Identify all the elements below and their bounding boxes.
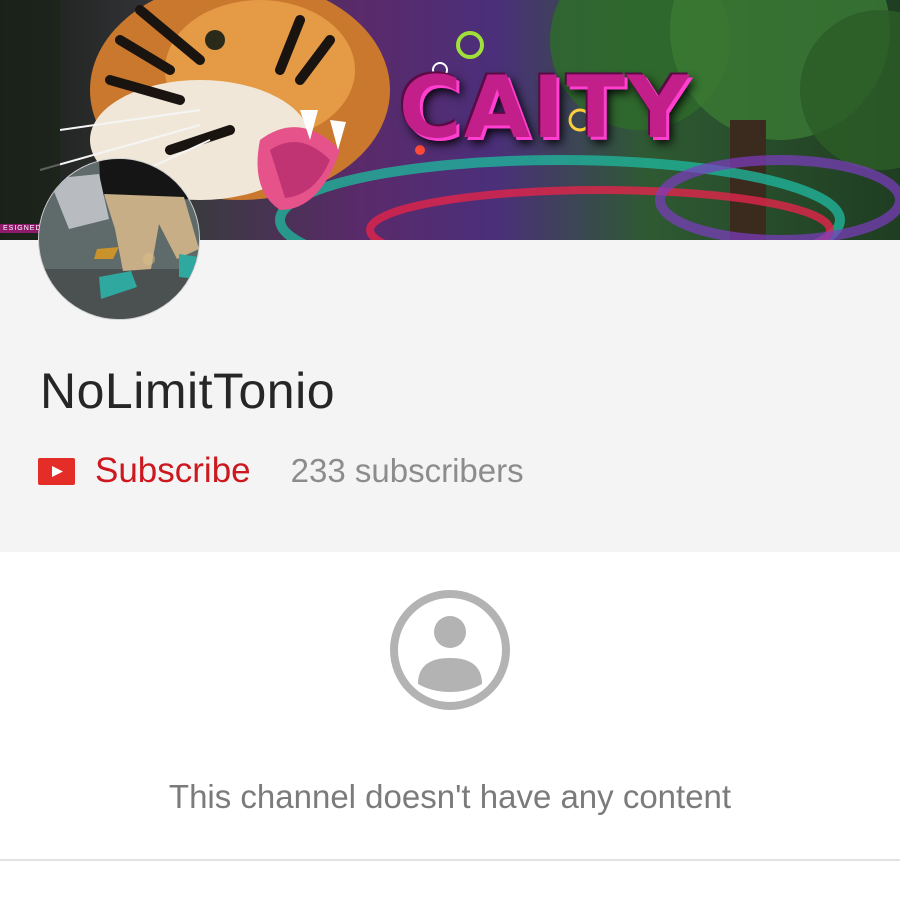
account-circle-icon — [388, 588, 512, 712]
empty-state-message: This channel doesn't have any content — [168, 778, 732, 815]
banner-art-text: CAITY — [398, 58, 692, 158]
divider — [0, 859, 900, 861]
subscriber-count: 233 subscribers — [290, 452, 524, 489]
subscribe-button[interactable]: Subscribe — [95, 451, 251, 491]
youtube-play-icon[interactable] — [38, 457, 75, 485]
subscribe-row: Subscribe 233 subscribers — [38, 448, 524, 494]
channel-avatar[interactable] — [38, 158, 200, 320]
channel-name: NoLimitTonio — [40, 363, 336, 419]
avatar-photo — [39, 159, 199, 319]
